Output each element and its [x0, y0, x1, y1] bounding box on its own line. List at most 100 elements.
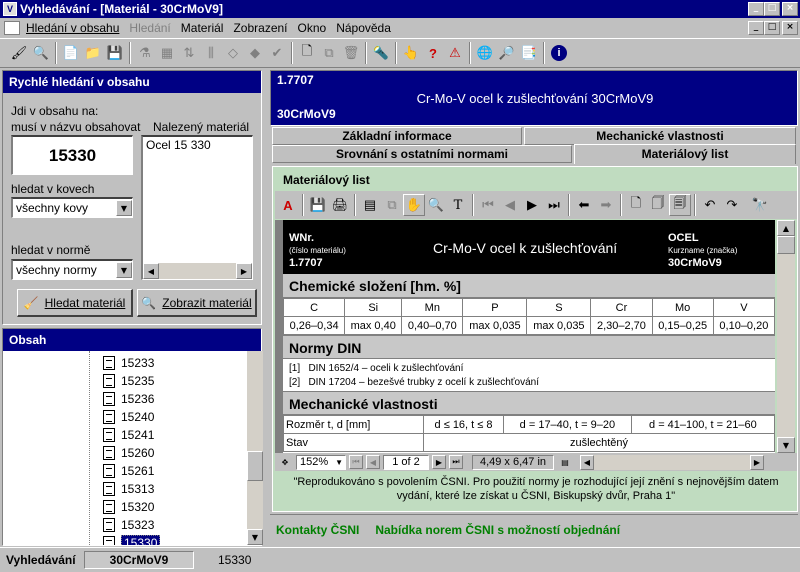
contents-tree[interactable]: 15233 15235 15236 15240 15241 15260 15261 15313… [3, 351, 247, 545]
tab-basic-info[interactable]: Základní informace [272, 127, 522, 145]
text-select-icon[interactable]: T [447, 194, 469, 216]
rotate-right-icon[interactable]: ↷ [721, 194, 743, 216]
page-field[interactable]: 1 of 2 [383, 454, 429, 470]
list-item[interactable]: Ocel 15 330 [143, 137, 252, 153]
copy-icon[interactable]: ⧉ [381, 194, 403, 216]
help-icon[interactable]: ? [422, 42, 444, 64]
tree-item[interactable]: 15313 [3, 480, 247, 498]
eraser-icon[interactable]: ◇ [222, 42, 244, 64]
search-input[interactable]: 15330 [11, 135, 133, 175]
delete-doc-icon[interactable]: 🗑 [340, 42, 362, 64]
link-offer[interactable]: Nabídka norem ČSNI s možností objednání [375, 523, 620, 537]
find-material-button[interactable]: 🧹 Hledat materiál [17, 289, 133, 317]
next-page-icon[interactable]: ▶ [432, 455, 446, 469]
list-hscrollbar[interactable]: ◀ ▶ [143, 263, 252, 279]
tree-item[interactable]: 15236 [3, 390, 247, 408]
scroll-down-icon[interactable]: ▼ [247, 529, 263, 545]
scroll-thumb[interactable] [777, 236, 795, 254]
maximize-button[interactable]: □ [764, 2, 780, 16]
folder-icon[interactable]: 📁 [82, 42, 104, 64]
tab-comparison[interactable]: Srovnání s ostatními normami [272, 145, 572, 163]
prev-page-icon[interactable]: ◀ [366, 455, 380, 469]
print-preview-icon[interactable]: 🔍 [30, 42, 52, 64]
scroll-down-icon[interactable]: ▼ [777, 437, 795, 453]
mdi-minimize-button[interactable]: _ [748, 20, 764, 35]
tree-item[interactable]: 15235 [3, 372, 247, 390]
check-icon[interactable]: ✔ [266, 42, 288, 64]
last-page-icon[interactable]: ⏭ [449, 455, 463, 469]
doc-vscrollbar[interactable]: ▲ ▼ [777, 220, 795, 453]
zoom-field[interactable]: 152% ▼ [296, 454, 346, 470]
sort-icon[interactable]: ⇅ [178, 42, 200, 64]
tree-item[interactable]: 15241 [3, 426, 247, 444]
mdi-close-button[interactable]: × [782, 20, 798, 35]
scroll-up-icon[interactable]: ▲ [777, 220, 795, 236]
fit-page-icon[interactable]: 🗍 [647, 194, 669, 216]
globe-icon[interactable]: 🌐 [474, 42, 496, 64]
close-button[interactable]: × [782, 2, 798, 16]
metal-select[interactable]: všechny kovy ▼ [11, 197, 133, 218]
search-docs-icon[interactable]: 🔎 [496, 42, 518, 64]
mdi-restore-button[interactable]: □ [764, 20, 780, 35]
menu-item-view[interactable]: Zobrazení [233, 21, 287, 35]
eraser2-icon[interactable]: ◆ [244, 42, 266, 64]
warning-icon[interactable]: ⚠ [444, 42, 466, 64]
pointer-icon[interactable]: 👆 [400, 42, 422, 64]
filter-icon[interactable]: ⚗ [134, 42, 156, 64]
scroll-right-icon[interactable]: ▶ [236, 263, 252, 279]
tree-item[interactable]: 15323 [3, 516, 247, 534]
page-layout-icon[interactable]: ▤ [557, 454, 573, 470]
prev-page-icon[interactable]: ◀ [499, 194, 521, 216]
fit-width-icon[interactable]: 🗐 [669, 194, 691, 216]
chevron-down-icon[interactable]: ▼ [116, 200, 132, 216]
found-material-list[interactable]: Ocel 15 330 ◀ ▶ [141, 135, 253, 280]
app-icon[interactable]: V [3, 2, 17, 16]
pages-panel-icon[interactable]: ▤ [359, 194, 381, 216]
open-doc-icon[interactable]: 📄 [60, 42, 82, 64]
tree-item[interactable]: 15330 [3, 534, 247, 545]
find-icon[interactable]: 🔦 [370, 42, 392, 64]
actual-size-icon[interactable]: 🗋 [625, 194, 647, 216]
columns-icon[interactable]: ⫼ [200, 42, 222, 64]
contents-vscrollbar[interactable]: ▼ [247, 351, 263, 545]
info-icon[interactable]: i [548, 42, 570, 64]
zoom-tool-icon[interactable]: 🔍 [425, 194, 447, 216]
show-material-button[interactable]: 🔍 Zobrazit materiál [137, 289, 257, 317]
doc-icon[interactable] [4, 20, 20, 35]
chevron-down-icon[interactable]: ▼ [335, 458, 343, 467]
tree-item[interactable]: 15240 [3, 408, 247, 426]
chevron-down-icon[interactable]: ▼ [116, 262, 132, 278]
menu-item-help[interactable]: Nápověda [336, 21, 391, 35]
copy-doc-icon[interactable]: ⧉ [318, 42, 340, 64]
scroll-left-icon[interactable]: ◀ [143, 263, 159, 279]
go-forward-icon[interactable]: ➡ [595, 194, 617, 216]
tab-material-sheet[interactable]: Materiálový list [574, 144, 796, 164]
minimize-button[interactable]: _ [748, 2, 764, 16]
hand-tool-icon[interactable]: ✋ [403, 194, 425, 216]
document-view[interactable]: WNr. (číslo materiálu) 1.7707 Cr-Mo-V oc… [275, 220, 775, 453]
scroll-right-icon[interactable]: ▶ [750, 454, 764, 470]
acrobat-icon[interactable]: A [277, 194, 299, 216]
first-page-icon[interactable]: ⏮ [349, 455, 363, 469]
new-doc-icon[interactable]: 🗋 [296, 42, 318, 64]
tree-item[interactable]: 15320 [3, 498, 247, 516]
pages-icon[interactable]: 📑 [518, 42, 540, 64]
save-icon[interactable]: 💾 [104, 42, 126, 64]
scroll-thumb[interactable] [247, 451, 263, 481]
print-icon[interactable]: 🖨 [329, 194, 351, 216]
table-filter-icon[interactable]: ▦ [156, 42, 178, 64]
menu-item-search-content[interactable]: Hledání v obsahu [26, 21, 119, 35]
tab-mechanical[interactable]: Mechanické vlastnosti [524, 127, 796, 145]
save-icon[interactable]: 💾 [307, 194, 329, 216]
first-page-icon[interactable]: ⏮ [477, 194, 499, 216]
norm-select[interactable]: všechny normy ▼ [11, 259, 133, 280]
go-back-icon[interactable]: ⬅ [573, 194, 595, 216]
menu-item-window[interactable]: Okno [298, 21, 327, 35]
menu-item-material[interactable]: Materiál [181, 21, 224, 35]
menu-item-search[interactable]: Hledání [129, 21, 170, 35]
tree-item[interactable]: 15233 [3, 354, 247, 372]
tree-item[interactable]: 15260 [3, 444, 247, 462]
scroll-left-icon[interactable]: ◀ [580, 454, 594, 470]
pan-icon[interactable]: ✥ [277, 454, 293, 470]
last-page-icon[interactable]: ⏭ [543, 194, 565, 216]
